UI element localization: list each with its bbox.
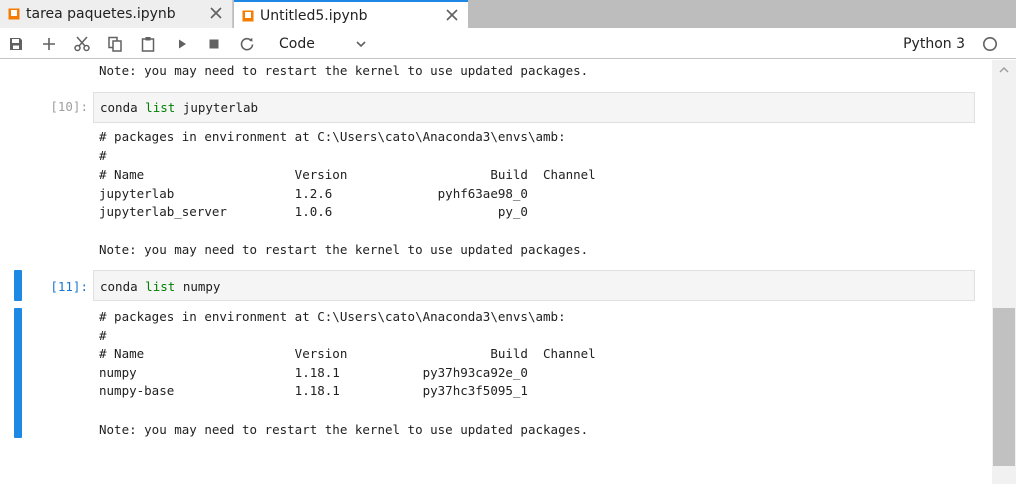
add-cell-icon[interactable]: [40, 35, 58, 53]
kernel-name[interactable]: Python 3: [903, 36, 965, 52]
vertical-scrollbar[interactable]: [992, 60, 1016, 484]
code-text: conda list numpy: [100, 279, 220, 294]
notebook-panel: Note: you may need to restart the kernel…: [0, 60, 992, 484]
tab-label: Untitled5.ipynb: [260, 7, 368, 24]
tab-untitled5[interactable]: Untitled5.ipynb: [234, 0, 468, 29]
stop-icon[interactable]: [205, 35, 223, 53]
input-prompt: [11]:: [50, 279, 88, 294]
output-line: # Name Version Build Channel: [99, 167, 596, 182]
paste-icon[interactable]: [139, 35, 157, 53]
output-line: jupyterlab 1.2.6 pyhf63ae98_0: [99, 186, 528, 201]
copy-icon[interactable]: [106, 35, 124, 53]
code-input[interactable]: conda list jupyterlab: [93, 92, 975, 123]
output-line: # Name Version Build Channel: [99, 346, 596, 361]
input-prompt: [10]:: [50, 99, 88, 114]
output-line: Note: you may need to restart the kernel…: [99, 63, 589, 78]
output-line: jupyterlab_server 1.0.6 py_0: [99, 204, 528, 219]
close-icon[interactable]: [444, 7, 460, 23]
notebook-toolbar: Code Python 3: [0, 28, 1016, 59]
notebook-icon: [242, 10, 254, 22]
code-command: conda: [100, 100, 138, 115]
output-line: # packages in environment at C:\Users\ca…: [99, 309, 566, 324]
code-argument: numpy: [182, 279, 221, 294]
code-text: conda list jupyterlab: [100, 100, 258, 115]
code-keyword: list: [145, 279, 176, 294]
output-line: Note: you may need to restart the kernel…: [99, 422, 589, 437]
restart-icon[interactable]: [238, 35, 256, 53]
code-input[interactable]: conda list numpy: [93, 270, 975, 301]
tab-tarea-paquetes[interactable]: tarea paquetes.ipynb: [0, 0, 233, 28]
output-line: #: [99, 148, 107, 163]
chevron-down-icon: [355, 38, 367, 54]
output-collapser[interactable]: [14, 308, 22, 438]
run-icon[interactable]: [173, 35, 191, 53]
cut-icon[interactable]: [73, 35, 91, 53]
close-icon[interactable]: [208, 5, 224, 21]
scroll-up-icon[interactable]: [996, 62, 1012, 76]
save-icon[interactable]: [7, 35, 25, 53]
output-line: numpy 1.18.1 py37h93ca92e_0: [99, 365, 528, 380]
cell-type-label: Code: [279, 36, 315, 52]
tab-label: tarea paquetes.ipynb: [26, 6, 176, 22]
code-keyword: list: [145, 100, 176, 115]
output-line: # packages in environment at C:\Users\ca…: [99, 129, 566, 144]
code-argument: jupyterlab: [182, 100, 259, 115]
output-line: Note: you may need to restart the kernel…: [99, 242, 589, 257]
output-line: numpy-base 1.18.1 py37hc3f5095_1: [99, 383, 528, 398]
input-collapser[interactable]: [14, 270, 22, 301]
cell-type-dropdown[interactable]: Code: [271, 32, 371, 56]
kernel-idle-icon: [982, 36, 998, 52]
scrollbar-thumb[interactable]: [993, 308, 1015, 466]
output-line: #: [99, 328, 107, 343]
code-command: conda: [100, 279, 138, 294]
tab-bar: tarea paquetes.ipynb Untitled5.ipynb: [0, 0, 1016, 29]
notebook-icon: [8, 8, 20, 20]
